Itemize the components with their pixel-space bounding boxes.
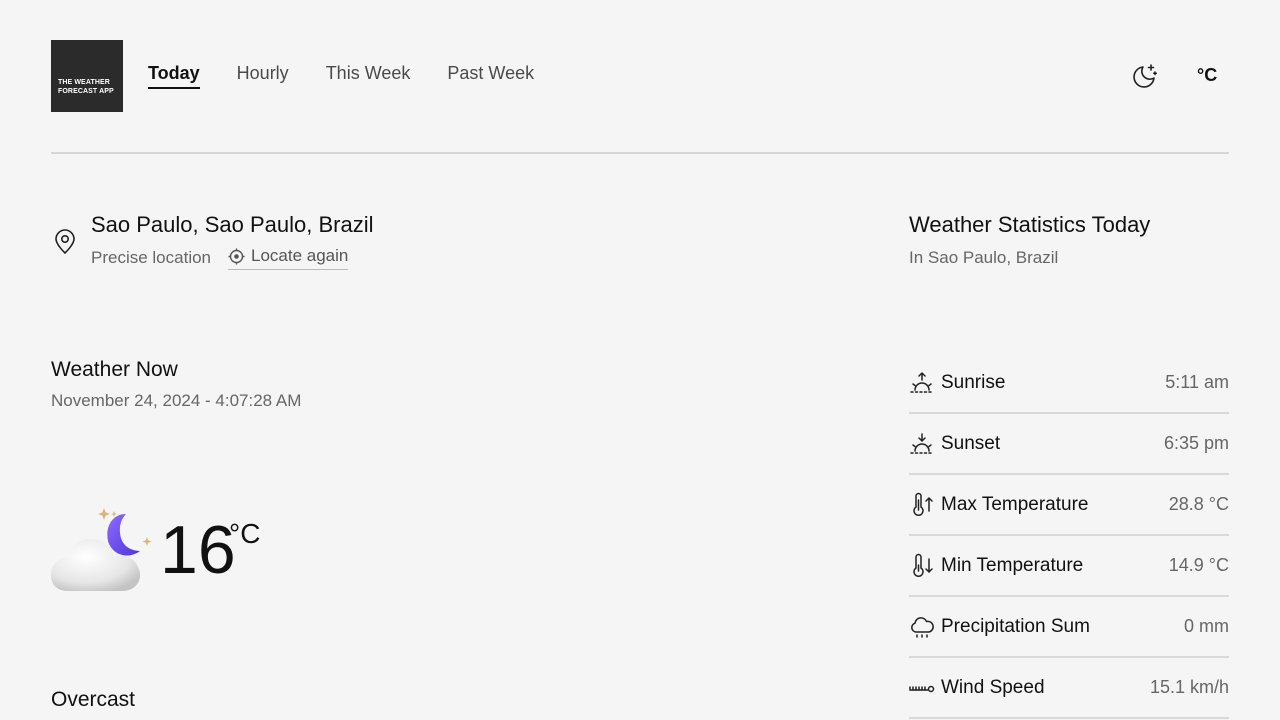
thermometer-down-icon — [909, 553, 935, 579]
stat-value: 28.8 °C — [1168, 494, 1229, 514]
stat-label: Max Temperature — [941, 493, 1089, 515]
cloud-rain-icon — [909, 614, 935, 640]
stats-subtitle: In Sao Paulo, Brazil — [909, 248, 1059, 267]
nav-tabs: Today Hourly This Week Past Week — [148, 63, 571, 89]
weather-now-title: Weather Now — [51, 358, 178, 381]
tab-today[interactable]: Today — [148, 63, 200, 89]
stat-label: Precipitation Sum — [941, 615, 1090, 637]
crosshair-icon — [228, 248, 245, 264]
stat-row-sunrise: Sunrise 5:11 am — [909, 353, 1229, 414]
stat-value: 6:35 pm — [1163, 433, 1229, 453]
location-name: Sao Paulo, Sao Paulo, Brazil — [91, 212, 374, 237]
precise-location-label: Precise location — [91, 248, 212, 267]
tab-past-week[interactable]: Past Week — [447, 63, 534, 89]
weather-stats-list: Sunrise 5:11 am Sunset 6:35 pm Max Tempe… — [909, 353, 1229, 719]
unit-toggle-button[interactable]: °C — [1197, 65, 1217, 86]
stat-row-sunset: Sunset 6:35 pm — [909, 414, 1229, 475]
locate-again-label: Locate again — [251, 246, 349, 265]
stat-label: Wind Speed — [941, 676, 1045, 698]
stat-label: Sunset — [941, 432, 1001, 454]
stat-value: 15.1 km/h — [1149, 677, 1229, 697]
stat-row-max-temperature: Max Temperature 28.8 °C — [909, 475, 1229, 536]
wind-icon — [909, 675, 935, 701]
temperature-unit: °C — [229, 518, 261, 549]
moon-stars-icon[interactable] — [1130, 62, 1158, 90]
stat-label: Sunrise — [941, 371, 1006, 393]
sunrise-icon — [909, 370, 935, 396]
stats-title: Weather Statistics Today — [909, 212, 1151, 237]
locate-again-button[interactable]: Locate again — [228, 246, 349, 270]
temperature-value: 16 — [160, 512, 236, 588]
stat-row-min-temperature: Min Temperature 14.9 °C — [909, 536, 1229, 597]
weather-now-datetime: November 24, 2024 - 4:07:28 AM — [51, 391, 302, 410]
header-divider — [51, 152, 1229, 154]
stat-value: 0 mm — [1184, 616, 1229, 636]
stat-value: 5:11 am — [1165, 372, 1229, 392]
app-logo[interactable]: THE WEATHER FORECAST APP — [51, 40, 123, 112]
thermometer-up-icon — [909, 492, 935, 518]
weather-condition: Overcast — [51, 688, 136, 711]
stat-row-precipitation-sum: Precipitation Sum 0 mm — [909, 597, 1229, 658]
stat-value: 14.9 °C — [1168, 555, 1229, 575]
cloud-moon-icon — [48, 505, 154, 595]
sunset-icon — [909, 431, 935, 457]
tab-this-week[interactable]: This Week — [326, 63, 411, 89]
stat-label: Min Temperature — [941, 554, 1084, 576]
stat-row-wind-speed: Wind Speed 15.1 km/h — [909, 658, 1229, 719]
tab-hourly[interactable]: Hourly — [237, 63, 289, 89]
map-pin-icon — [53, 229, 77, 255]
